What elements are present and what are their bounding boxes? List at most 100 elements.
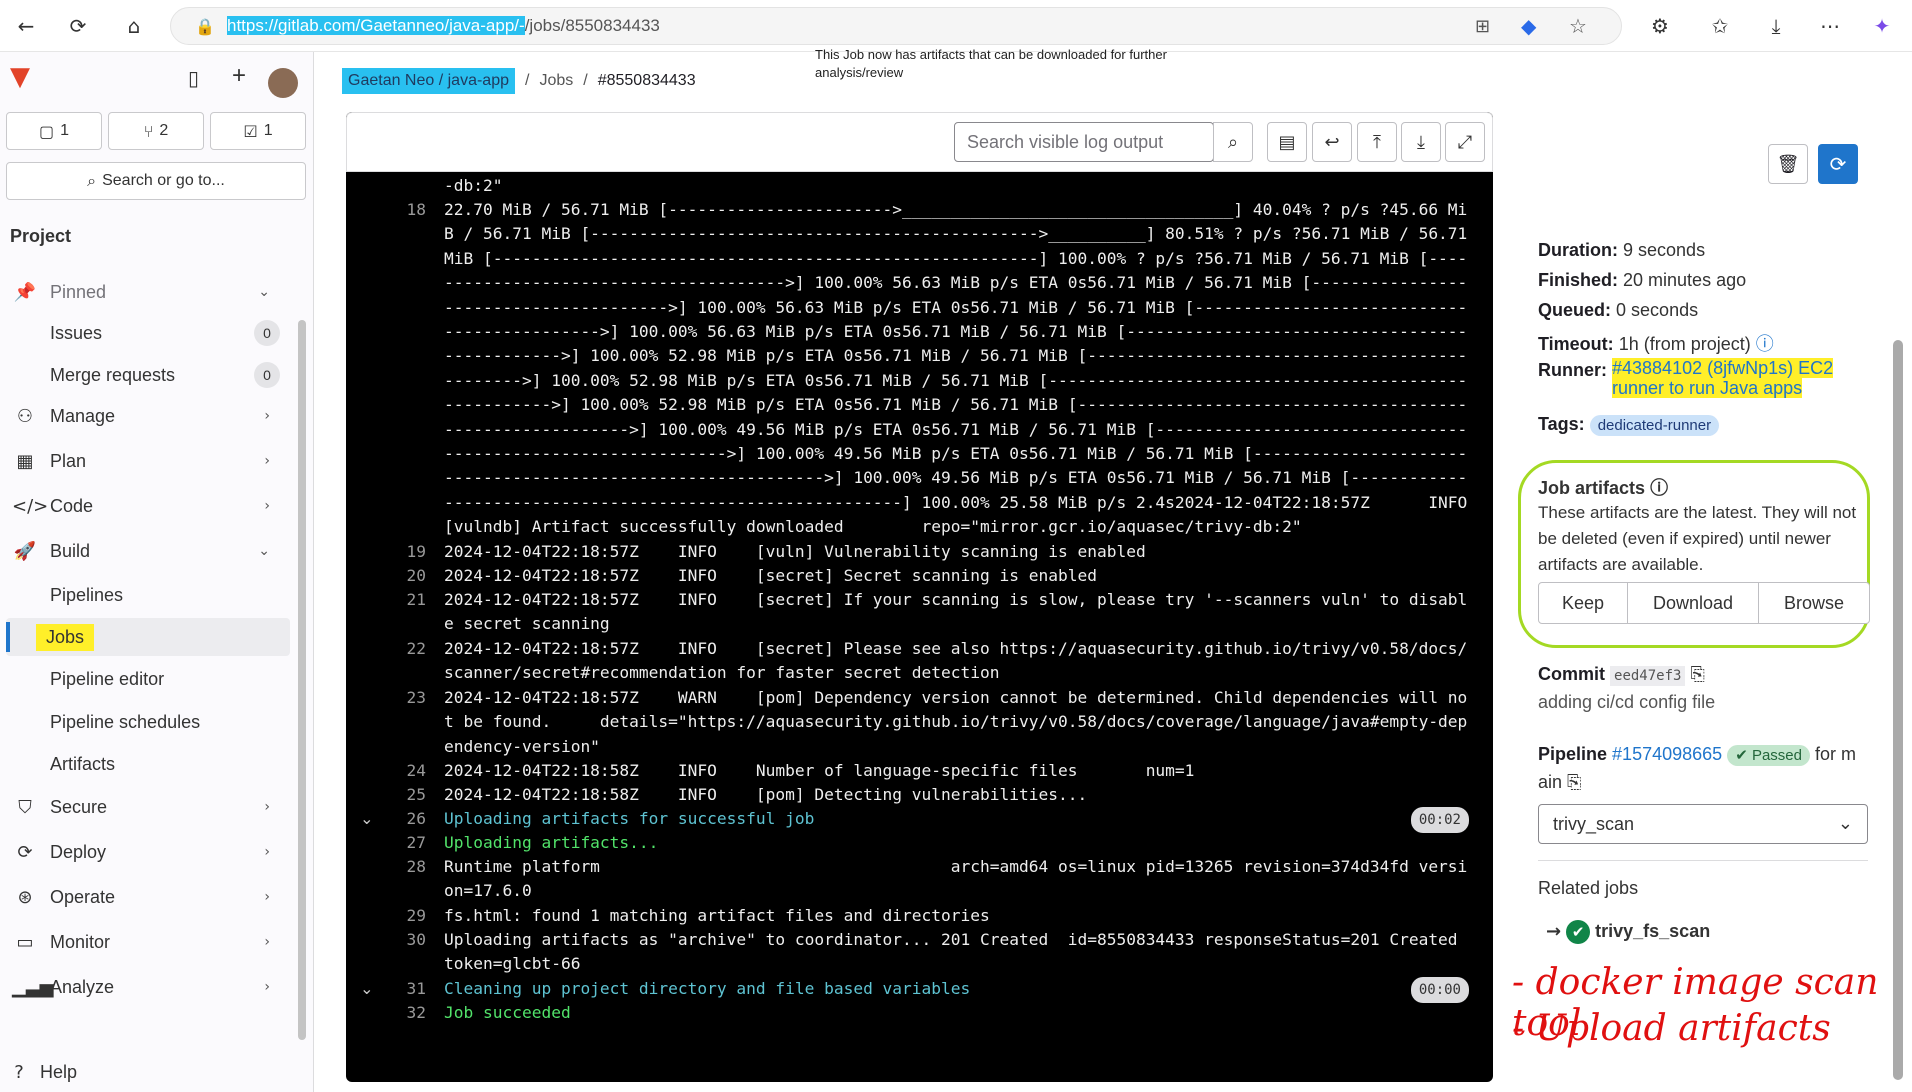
breadcrumb-job-id[interactable]: #8550834433 <box>598 72 696 90</box>
chevron-right-icon: › <box>264 889 270 905</box>
assigned-issues-button[interactable]: ▢ 1 <box>6 112 102 150</box>
scroll-top-icon[interactable]: ⤒ <box>1357 122 1397 162</box>
log-text: fs.html: found 1 matching artifact files… <box>444 906 990 925</box>
new-item-icon[interactable]: + <box>232 62 246 90</box>
sidebar-scrollbar[interactable] <box>298 320 306 1040</box>
sidebar-item-pinned[interactable]: 📌 Pinned ⌄ <box>0 272 290 312</box>
keep-button[interactable]: Keep <box>1538 582 1628 624</box>
sidebar-item-jobs[interactable]: Jobs <box>6 618 290 656</box>
line-number[interactable]: 23 <box>346 686 427 710</box>
line-number[interactable]: 32 <box>346 1001 427 1025</box>
stage-value: trivy_scan <box>1553 814 1635 834</box>
line-number[interactable]: 18 <box>346 198 427 222</box>
handwritten-note-2: - Upload artifacts <box>1512 1008 1831 1049</box>
sidebar-item-manage[interactable]: ⚇ Manage › <box>0 396 290 436</box>
back-icon[interactable]: ← <box>14 14 38 38</box>
line-number[interactable]: 28 <box>346 855 427 879</box>
delete-icon[interactable]: 🗑 <box>1768 144 1808 184</box>
commit-row: Commit eed47ef3 ⎘ <box>1538 664 1705 686</box>
extension-icon[interactable]: ◆ <box>1521 14 1536 38</box>
related-job-row[interactable]: → ✔ trivy_fs_scan <box>1546 920 1710 944</box>
wrap-lines-icon[interactable]: ↩ <box>1312 122 1352 162</box>
related-job-name[interactable]: trivy_fs_scan <box>1595 921 1710 941</box>
retry-icon[interactable]: ⟳ <box>1818 144 1858 184</box>
breadcrumb-owner[interactable]: Gaetan Neo <box>348 72 434 89</box>
line-number[interactable]: 29 <box>346 904 427 928</box>
pipelines-label: Pipelines <box>50 584 124 605</box>
fullscreen-icon[interactable]: ⤢ <box>1445 122 1485 162</box>
help-button[interactable]: ? Help <box>0 1052 290 1092</box>
line-number[interactable]: 30 <box>346 928 427 952</box>
sidebar-item-monitor[interactable]: ▭ Monitor › <box>0 922 290 962</box>
line-number[interactable]: 26 <box>346 807 427 831</box>
home-icon[interactable]: ⌂ <box>122 14 146 38</box>
line-number[interactable]: 24 <box>346 759 427 783</box>
toggle-sidebar-icon[interactable]: ▯ <box>188 66 199 90</box>
reload-icon[interactable]: ⟳ <box>66 14 90 38</box>
page-scrollbar[interactable] <box>1893 340 1903 1080</box>
chevron-down-icon: ⌄ <box>1837 813 1853 834</box>
app-grid-icon[interactable]: ⊞ <box>1475 16 1490 37</box>
search-button[interactable]: ⌕ Search or go to... <box>6 162 306 200</box>
line-number[interactable]: 20 <box>346 564 427 588</box>
line-number[interactable]: 25 <box>346 783 427 807</box>
browse-button[interactable]: Browse <box>1758 582 1870 624</box>
sidebar-item-analyze[interactable]: ▁▃▅ Analyze › <box>0 967 290 1007</box>
sidebar-item-operate[interactable]: ⊛ Operate › <box>0 877 290 917</box>
runner-row: Runner: <box>1538 360 1607 381</box>
breadcrumb-project[interactable]: java-app <box>448 72 509 89</box>
copy-icon[interactable]: ⎘ <box>1690 664 1704 685</box>
plan-label: Plan <box>50 450 87 471</box>
more-menu-icon[interactable]: ⋯ <box>1818 14 1842 38</box>
pipeline-row: Pipeline #1574098665 ✔ Passed for m <box>1538 744 1856 766</box>
merge-requests-button[interactable]: ⑂ 2 <box>108 112 204 150</box>
copilot-icon[interactable]: ✦ <box>1870 14 1894 38</box>
manage-label: Manage <box>50 405 116 426</box>
stage-select[interactable]: trivy_scan ⌄ <box>1538 804 1868 844</box>
search-icon[interactable]: ⌕ <box>1213 122 1253 162</box>
pipeline-ref[interactable]: ain <box>1538 772 1562 792</box>
sidebar-item-plan[interactable]: ▦ Plan › <box>0 441 290 481</box>
line-number[interactable]: 31 <box>346 977 427 1001</box>
sidebar-item-deploy[interactable]: ⟳ Deploy › <box>0 832 290 872</box>
line-number[interactable]: 19 <box>346 540 427 564</box>
help-icon[interactable]: ⓘ <box>1650 478 1668 499</box>
log-search-input[interactable]: Search visible log output <box>954 122 1214 162</box>
gitlab-logo-icon[interactable]: ▼ <box>10 62 42 94</box>
breadcrumb-jobs[interactable]: Jobs <box>539 72 573 90</box>
line-number[interactable]: 21 <box>346 588 427 612</box>
todos-button[interactable]: ☑ 1 <box>210 112 306 150</box>
sidebar-item-pipelines[interactable]: Pipelines <box>0 576 290 614</box>
sidebar-item-pipeline-editor[interactable]: Pipeline editor <box>0 660 290 698</box>
sidebar-item-artifacts[interactable]: Artifacts <box>0 745 290 783</box>
pipeline-link[interactable]: #1574098665 <box>1612 744 1722 764</box>
runner-line-2[interactable]: runner to run Java apps <box>1612 378 1803 398</box>
favorite-star-icon[interactable]: ☆ <box>1569 14 1587 38</box>
help-icon[interactable]: ⓘ <box>1756 334 1774 355</box>
runner-line-1[interactable]: #43884102 (8jfwNp1s) EC2 <box>1612 358 1834 378</box>
chevron-down-icon: ⌄ <box>258 284 270 300</box>
sidebar-item-merge-requests[interactable]: Merge requests 0 <box>0 356 290 394</box>
copy-icon[interactable]: ⎘ <box>1567 772 1581 793</box>
sidebar-item-code[interactable]: </> Code › <box>0 486 290 526</box>
line-number[interactable]: 27 <box>346 831 427 855</box>
chevron-right-icon: › <box>264 408 270 424</box>
avatar[interactable] <box>268 68 298 98</box>
sidebar-item-build[interactable]: 🚀 Build ⌄ <box>0 531 290 571</box>
pipeline-label: Pipeline <box>1538 744 1608 764</box>
sidebar-item-secure[interactable]: ⛉ Secure › <box>0 787 290 827</box>
address-bar[interactable]: 🔒 https://gitlab.com/Gaetanneo/java-app/… <box>170 7 1622 45</box>
raw-log-icon[interactable]: ▤ <box>1267 122 1307 162</box>
favorites-icon[interactable]: ✩ <box>1708 14 1732 38</box>
extensions-icon[interactable]: ⚙ <box>1648 14 1672 38</box>
commit-sha[interactable]: eed47ef3 <box>1610 666 1686 686</box>
duration-value: 9 seconds <box>1623 240 1706 260</box>
breadcrumb-owner-project[interactable]: Gaetan Neo / java-app <box>342 68 515 94</box>
downloads-icon[interactable]: ⤓ <box>1764 14 1788 38</box>
scroll-bottom-icon[interactable]: ⤓ <box>1401 122 1441 162</box>
runner-link[interactable]: #43884102 (8jfwNp1s) EC2 runner to run Ja… <box>1612 358 1834 398</box>
download-button[interactable]: Download <box>1627 582 1759 624</box>
sidebar-item-issues[interactable]: Issues 0 <box>0 314 290 352</box>
sidebar-item-pipeline-schedules[interactable]: Pipeline schedules <box>0 703 290 741</box>
line-number[interactable]: 22 <box>346 637 427 661</box>
